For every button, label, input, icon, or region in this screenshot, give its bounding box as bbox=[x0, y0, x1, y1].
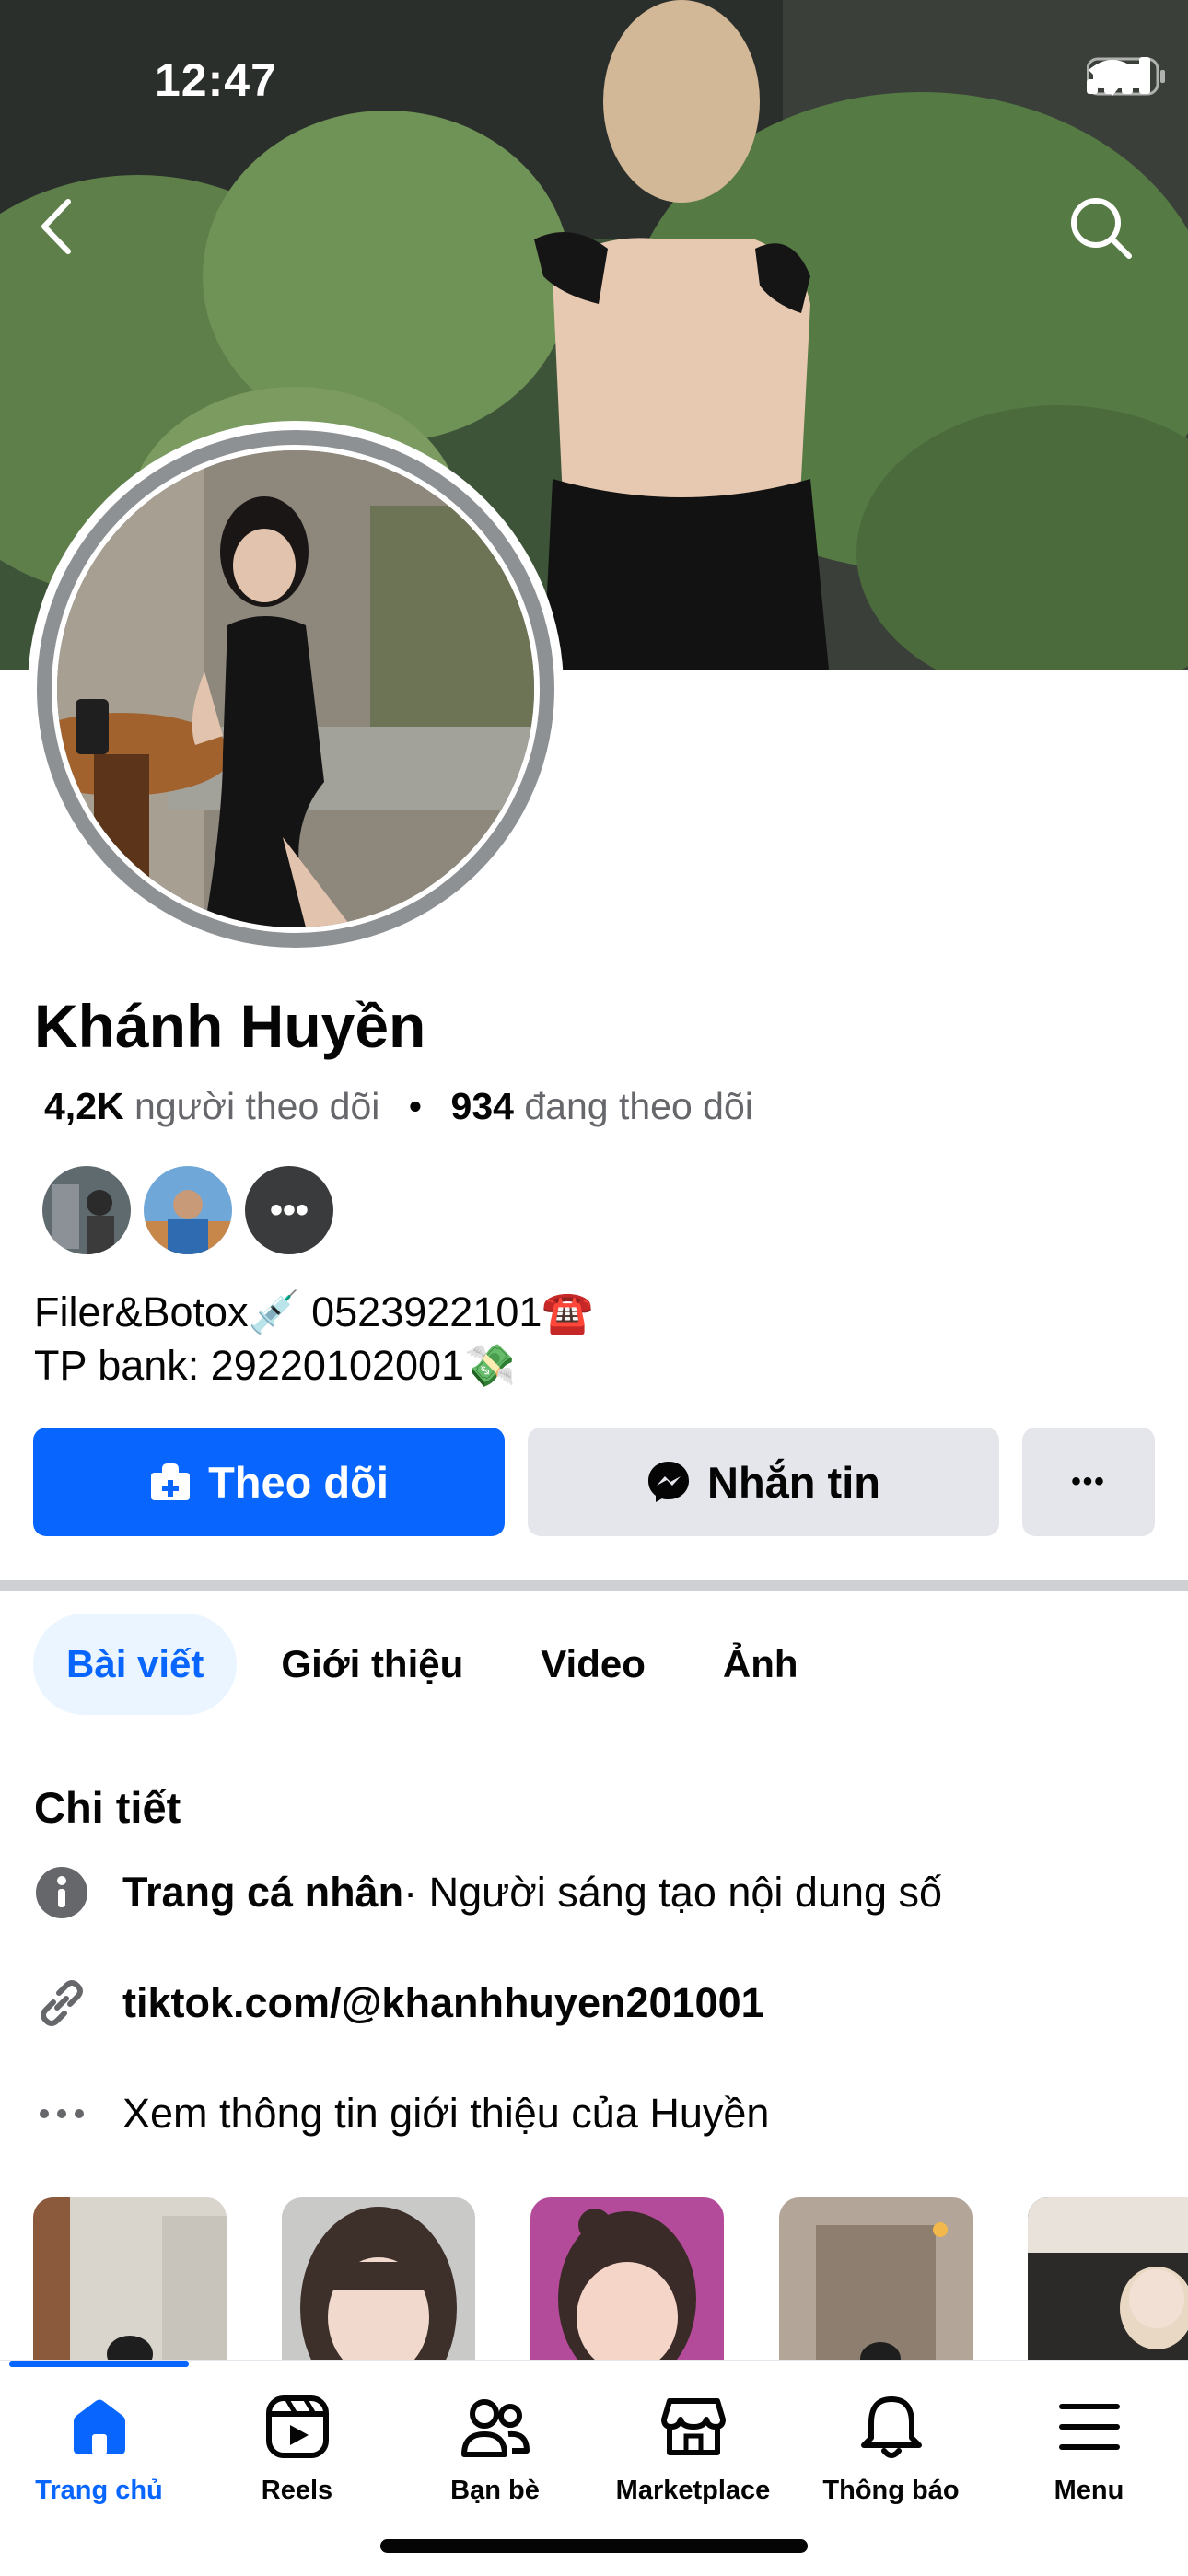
detail-page-type: Trang cá nhân · Người sáng tạo nội dung … bbox=[34, 1865, 942, 1920]
tab-videos[interactable]: Video bbox=[507, 1614, 679, 1715]
follow-stats: 4,2K người theo dõi • 934 đang theo dõi bbox=[44, 1085, 753, 1128]
page-type-bold: Trang cá nhân bbox=[122, 1869, 404, 1916]
nav-notifications-label: Thông báo bbox=[822, 2476, 960, 2505]
friend-avatar[interactable] bbox=[42, 1166, 131, 1254]
nav-home[interactable]: Trang chủ bbox=[0, 2389, 198, 2506]
menu-icon bbox=[1058, 2404, 1120, 2450]
nav-marketplace-label: Marketplace bbox=[615, 2476, 771, 2505]
nav-notifications[interactable]: Thông báo bbox=[792, 2389, 990, 2506]
marketplace-icon bbox=[660, 2398, 726, 2455]
page-type-category: · Người sáng tạo nội dung số bbox=[403, 1869, 943, 1916]
see-about-label: Xem thông tin giới thiệu của Huyền bbox=[122, 2090, 770, 2137]
link-icon bbox=[34, 1976, 89, 2031]
more-options-button[interactable]: ••• bbox=[1022, 1428, 1155, 1536]
search-button[interactable] bbox=[1068, 195, 1151, 278]
status-bar: 12:47 bbox=[0, 0, 1188, 138]
info-icon bbox=[34, 1865, 89, 1920]
profile-bio: Filer&Botox💉 0523922101☎️ TP bank: 29220… bbox=[34, 1286, 593, 1393]
section-divider bbox=[0, 1580, 1188, 1591]
bell-icon bbox=[860, 2396, 922, 2458]
stats-separator: • bbox=[408, 1085, 423, 1127]
follow-label: Theo dõi bbox=[208, 1457, 389, 1507]
nav-marketplace[interactable]: Marketplace bbox=[594, 2389, 792, 2506]
more-options-icon: ••• bbox=[1071, 1466, 1106, 1497]
home-icon bbox=[73, 2399, 125, 2454]
nav-reels-label: Reels bbox=[261, 2476, 333, 2505]
tab-posts[interactable]: Bài viết bbox=[33, 1614, 238, 1715]
nav-home-label: Trang chủ bbox=[35, 2476, 163, 2505]
chevron-left-icon bbox=[41, 199, 71, 254]
status-time: 12:47 bbox=[155, 54, 277, 106]
nav-reels[interactable]: Reels bbox=[198, 2389, 396, 2506]
follow-button[interactable]: Theo dõi bbox=[33, 1428, 505, 1536]
tab-about[interactable]: Giới thiệu bbox=[248, 1614, 496, 1715]
followers-count: 4,2K bbox=[44, 1085, 124, 1127]
battery-icon bbox=[1087, 57, 1165, 96]
photo-thumbnail[interactable] bbox=[282, 2197, 475, 2363]
messenger-icon bbox=[648, 1462, 689, 1502]
photo-thumbnail[interactable] bbox=[779, 2197, 973, 2363]
profile-name: Khánh Huyền bbox=[34, 992, 426, 1060]
nav-menu[interactable]: Menu bbox=[990, 2389, 1188, 2506]
nav-friends[interactable]: Bạn bè bbox=[396, 2389, 594, 2506]
bio-line-2: TP bank: 29220102001💸 bbox=[34, 1342, 517, 1389]
profile-tabs: Bài viết Giới thiệu Video Ảnh bbox=[33, 1614, 843, 1715]
profile-avatar[interactable] bbox=[28, 421, 564, 957]
avatar-photo bbox=[52, 445, 540, 933]
message-button[interactable]: Nhắn tin bbox=[528, 1428, 999, 1536]
avatar-image bbox=[57, 450, 534, 927]
friends-icon bbox=[460, 2399, 530, 2457]
bio-line-1: Filer&Botox💉 0523922101☎️ bbox=[34, 1288, 594, 1335]
back-button[interactable] bbox=[37, 198, 101, 272]
search-icon bbox=[1071, 198, 1132, 259]
photo-thumbnail[interactable] bbox=[1028, 2197, 1188, 2363]
following-label: đang theo dõi bbox=[524, 1085, 753, 1127]
home-indicator[interactable] bbox=[380, 2539, 808, 2553]
see-about-row[interactable]: Xem thông tin giới thiệu của Huyền bbox=[34, 2086, 769, 2141]
detail-link-row[interactable]: tiktok.com/@khanhhuyen201001 bbox=[34, 1976, 764, 2031]
active-tab-indicator bbox=[9, 2361, 189, 2367]
reels-icon bbox=[265, 2395, 329, 2458]
friend-avatar[interactable] bbox=[144, 1166, 232, 1254]
photo-strip bbox=[33, 2197, 1188, 2363]
more-dots-icon bbox=[34, 2086, 89, 2141]
follow-add-icon bbox=[151, 1463, 191, 1500]
more-friends-icon[interactable]: ••• bbox=[245, 1166, 333, 1254]
photo-thumbnail[interactable] bbox=[33, 2197, 227, 2363]
photo-thumbnail[interactable] bbox=[530, 2197, 724, 2363]
nav-menu-label: Menu bbox=[1054, 2476, 1124, 2505]
following-link[interactable]: 934 đang theo dõi bbox=[451, 1085, 753, 1127]
tiktok-link[interactable]: tiktok.com/@khanhhuyen201001 bbox=[122, 1979, 764, 2027]
mutual-friends-avatars[interactable]: ••• bbox=[42, 1166, 333, 1254]
nav-friends-label: Bạn bè bbox=[450, 2476, 540, 2505]
details-heading: Chi tiết bbox=[34, 1783, 181, 1832]
tab-photos[interactable]: Ảnh bbox=[690, 1614, 832, 1715]
message-label: Nhắn tin bbox=[707, 1457, 880, 1507]
following-count: 934 bbox=[450, 1085, 514, 1127]
followers-link[interactable]: 4,2K người theo dõi bbox=[44, 1085, 379, 1127]
followers-label: người theo dõi bbox=[134, 1085, 380, 1127]
